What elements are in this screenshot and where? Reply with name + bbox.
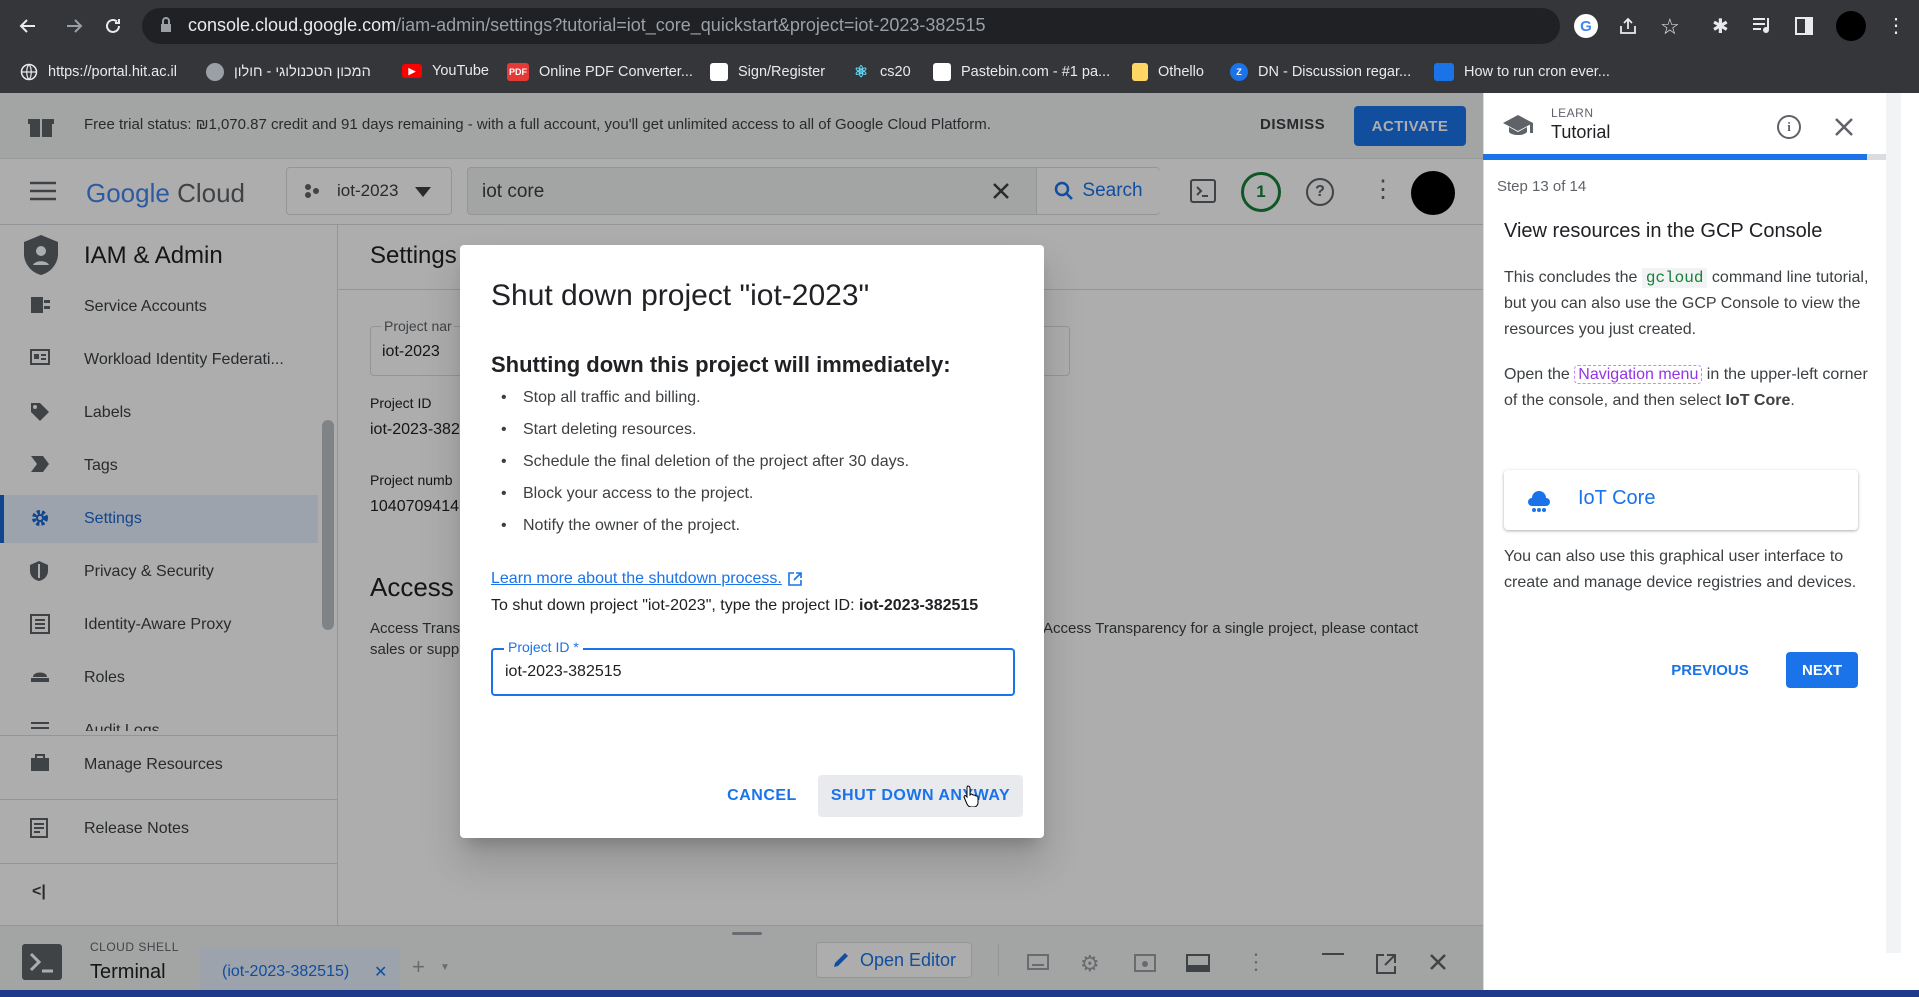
bookmark-hit[interactable]: המכון הטכנולוגי - חולון [206, 63, 371, 81]
navigation-menu-highlight[interactable]: Navigation menu [1574, 365, 1703, 384]
tutorial-header: LEARN Tutorial i [1483, 93, 1896, 160]
bookmark-label: Pastebin.com - #1 pa... [961, 64, 1111, 80]
star-icon[interactable]: ☆ [1660, 14, 1680, 40]
media-icon[interactable] [1752, 16, 1772, 34]
bookmark-pastebin[interactable]: Pastebin.com - #1 pa... [933, 63, 1110, 81]
info-icon[interactable]: i [1777, 115, 1801, 139]
shutdown-dialog: Shut down project "iot-2023" Shutting do… [460, 245, 1044, 838]
list-item: Stop all traffic and billing. [491, 388, 1021, 420]
project-id-field-value: iot-2023-382515 [505, 663, 622, 680]
site-icon [933, 63, 951, 81]
bookmark-label: https://portal.hit.ac.il [48, 64, 177, 80]
site-icon [206, 63, 224, 81]
confirm-instruction: To shut down project "iot-2023", type th… [491, 597, 978, 615]
tutorial-learn-label: LEARN [1551, 106, 1594, 120]
react-icon: ⚛ [853, 64, 869, 81]
bookmark-sign[interactable]: Sign/Register [710, 63, 825, 81]
back-icon[interactable] [12, 10, 44, 42]
url-text[interactable]: console.cloud.google.com/iam-admin/setti… [188, 15, 985, 36]
list-item: Notify the owner of the project. [491, 516, 1021, 548]
bookmark-label: המכון הטכנולוגי - חולון [234, 64, 371, 80]
os-taskbar [0, 990, 1919, 997]
site-icon [710, 63, 728, 81]
browser-toolbar: console.cloud.google.com/iam-admin/setti… [0, 0, 1919, 52]
list-item: Schedule the final deletion of the proje… [491, 452, 1021, 484]
bookmark-label: DN - Discussion regar... [1258, 64, 1412, 80]
tutorial-paragraph-2: Open the Navigation menu in the upper-le… [1504, 362, 1884, 414]
tutorial-paragraph-1: This concludes the gcloud command line t… [1504, 265, 1884, 343]
cancel-button[interactable]: CANCEL [710, 775, 814, 817]
z-icon: Z [1230, 63, 1248, 81]
side-panel-icon[interactable] [1794, 16, 1814, 36]
text: This concludes the [1504, 269, 1642, 286]
shut-down-anyway-button[interactable]: SHUT DOWN ANYWAY [818, 775, 1023, 817]
bookmark-youtube[interactable]: ▶ YouTube [402, 63, 489, 79]
instruction-project-id: iot-2023-382515 [859, 597, 979, 614]
text: . [1790, 392, 1795, 409]
project-id-field-label: Project ID * [504, 639, 583, 655]
list-item: Block your access to the project. [491, 484, 1021, 516]
consequence-list: Stop all traffic and billing. Start dele… [491, 388, 1021, 548]
pdf-icon: PDF [507, 63, 529, 81]
extensions-icon[interactable]: ✱ [1712, 14, 1729, 39]
bookmark-label: YouTube [432, 63, 489, 79]
youtube-icon: ▶ [402, 64, 422, 78]
bookmark-label: Sign/Register [738, 64, 826, 80]
iot-core-card-label: IoT Core [1578, 487, 1656, 509]
external-link-icon [788, 572, 802, 586]
google-icon[interactable]: G [1574, 14, 1598, 38]
previous-button[interactable]: PREVIOUS [1660, 652, 1760, 688]
iot-core-card[interactable]: IoT Core [1504, 470, 1858, 530]
dialog-title: Shut down project "iot-2023" [491, 279, 870, 312]
tutorial-step: Step 13 of 14 [1497, 178, 1587, 195]
text: Open the [1504, 366, 1575, 383]
school-icon [1503, 115, 1533, 137]
site-icon [1434, 63, 1454, 81]
bookmark-othello[interactable]: Othello [1132, 63, 1204, 81]
instruction-text: To shut down project "iot-2023", type th… [491, 597, 859, 614]
globe-icon [20, 63, 38, 81]
bookmark-cron[interactable]: How to run cron ever... [1434, 63, 1610, 81]
bookmark-label: Othello [1158, 64, 1204, 80]
code-snippet: gcloud [1641, 268, 1708, 288]
tutorial-progress-fill [1483, 154, 1867, 160]
next-button[interactable]: NEXT [1786, 652, 1858, 688]
iot-core-icon [1526, 488, 1552, 512]
bookmark-label: cs20 [880, 64, 911, 80]
bookmark-portal[interactable]: https://portal.hit.ac.il [20, 63, 177, 81]
reload-icon[interactable] [97, 10, 129, 42]
close-icon[interactable] [1834, 117, 1854, 137]
tutorial-title: Tutorial [1551, 122, 1611, 142]
dialog-subtitle: Shutting down this project will immediat… [491, 352, 951, 377]
forward-icon[interactable] [58, 10, 90, 42]
tutorial-paragraph-3: You can also use this graphical user int… [1504, 548, 1857, 591]
bookmark-label: Online PDF Converter... [539, 64, 693, 80]
hand-cursor-icon [963, 785, 979, 807]
share-icon[interactable] [1618, 16, 1638, 36]
learn-more-label: Learn more about the shutdown process. [491, 570, 782, 587]
folder-icon [1132, 63, 1148, 81]
bookmark-label: How to run cron ever... [1464, 64, 1610, 80]
bookmark-cs20[interactable]: ⚛ cs20 [852, 63, 911, 81]
bookmarks-bar: https://portal.hit.ac.il המכון הטכנולוגי… [0, 52, 1919, 93]
url-host: console.cloud.google.com [188, 15, 397, 35]
bookmark-pdf[interactable]: PDF Online PDF Converter... [507, 63, 693, 81]
bookmark-dn[interactable]: Z DN - Discussion regar... [1230, 63, 1411, 81]
list-item: Start deleting resources. [491, 420, 1021, 452]
profile-avatar[interactable] [1836, 11, 1866, 41]
chrome-menu-icon[interactable]: ⋮ [1886, 13, 1906, 38]
text-bold: IoT Core [1725, 392, 1791, 409]
tutorial-scrollbar[interactable] [1886, 93, 1901, 953]
lock-icon[interactable] [160, 17, 172, 33]
learn-more-link[interactable]: Learn more about the shutdown process. [491, 570, 802, 588]
url-path: /iam-admin/settings?tutorial=iot_core_qu… [396, 15, 986, 35]
tutorial-heading: View resources in the GCP Console [1504, 220, 1823, 242]
